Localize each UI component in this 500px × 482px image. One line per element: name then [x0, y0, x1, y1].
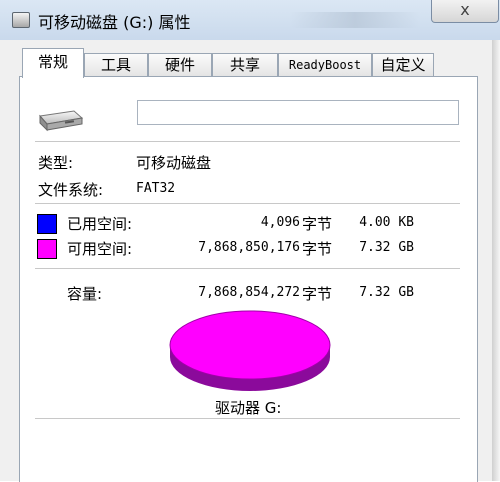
- used-space-swatch: [37, 214, 57, 234]
- free-space-size: 7.32 GB: [359, 240, 414, 255]
- capacity-bytes: 7,868,854,272: [198, 285, 300, 300]
- title-bar-blur: [290, 12, 420, 28]
- file-system-value: FAT32: [136, 181, 176, 196]
- usb-drive-icon: [39, 110, 84, 132]
- window-title: 可移动磁盘 (G:) 属性: [38, 13, 191, 32]
- drive-title-icon: [12, 12, 30, 28]
- general-tab-panel: [19, 76, 478, 482]
- tab-customize[interactable]: 自定义: [372, 53, 434, 77]
- type-label: 类型:: [38, 154, 74, 172]
- title-bar: 可移动磁盘 (G:) 属性 x: [0, 0, 500, 40]
- capacity-label: 容量:: [67, 285, 103, 303]
- used-space-unit: 字节: [302, 215, 333, 233]
- type-value: 可移动磁盘: [136, 154, 212, 172]
- separator: [35, 268, 460, 269]
- close-button[interactable]: x: [431, 0, 499, 23]
- free-space-unit: 字节: [302, 240, 333, 258]
- free-space-bytes: 7,868,850,176: [198, 240, 300, 255]
- tab-readyboost[interactable]: ReadyBoost: [278, 53, 372, 77]
- tab-sharing[interactable]: 共享: [212, 53, 278, 77]
- separator: [35, 203, 460, 204]
- free-space-swatch: [37, 239, 57, 259]
- pie-slice-free: [169, 310, 331, 380]
- separator: [35, 141, 460, 142]
- window-edge-shadow: [492, 40, 500, 481]
- drive-name-field[interactable]: [137, 100, 459, 125]
- used-space-bytes: 4,096: [260, 215, 300, 230]
- capacity-size: 7.32 GB: [359, 285, 414, 300]
- disk-usage-pie: [169, 310, 331, 391]
- tab-general[interactable]: 常规: [22, 48, 84, 78]
- drive-letter-label: 驱动器 G:: [215, 399, 282, 417]
- free-space-label: 可用空间:: [67, 240, 133, 258]
- tab-tools[interactable]: 工具: [84, 53, 148, 77]
- separator: [35, 418, 460, 419]
- file-system-label: 文件系统:: [38, 181, 104, 199]
- used-space-size: 4.00 KB: [359, 215, 414, 230]
- used-space-label: 已用空间:: [67, 215, 133, 233]
- tab-hardware[interactable]: 硬件: [148, 53, 212, 77]
